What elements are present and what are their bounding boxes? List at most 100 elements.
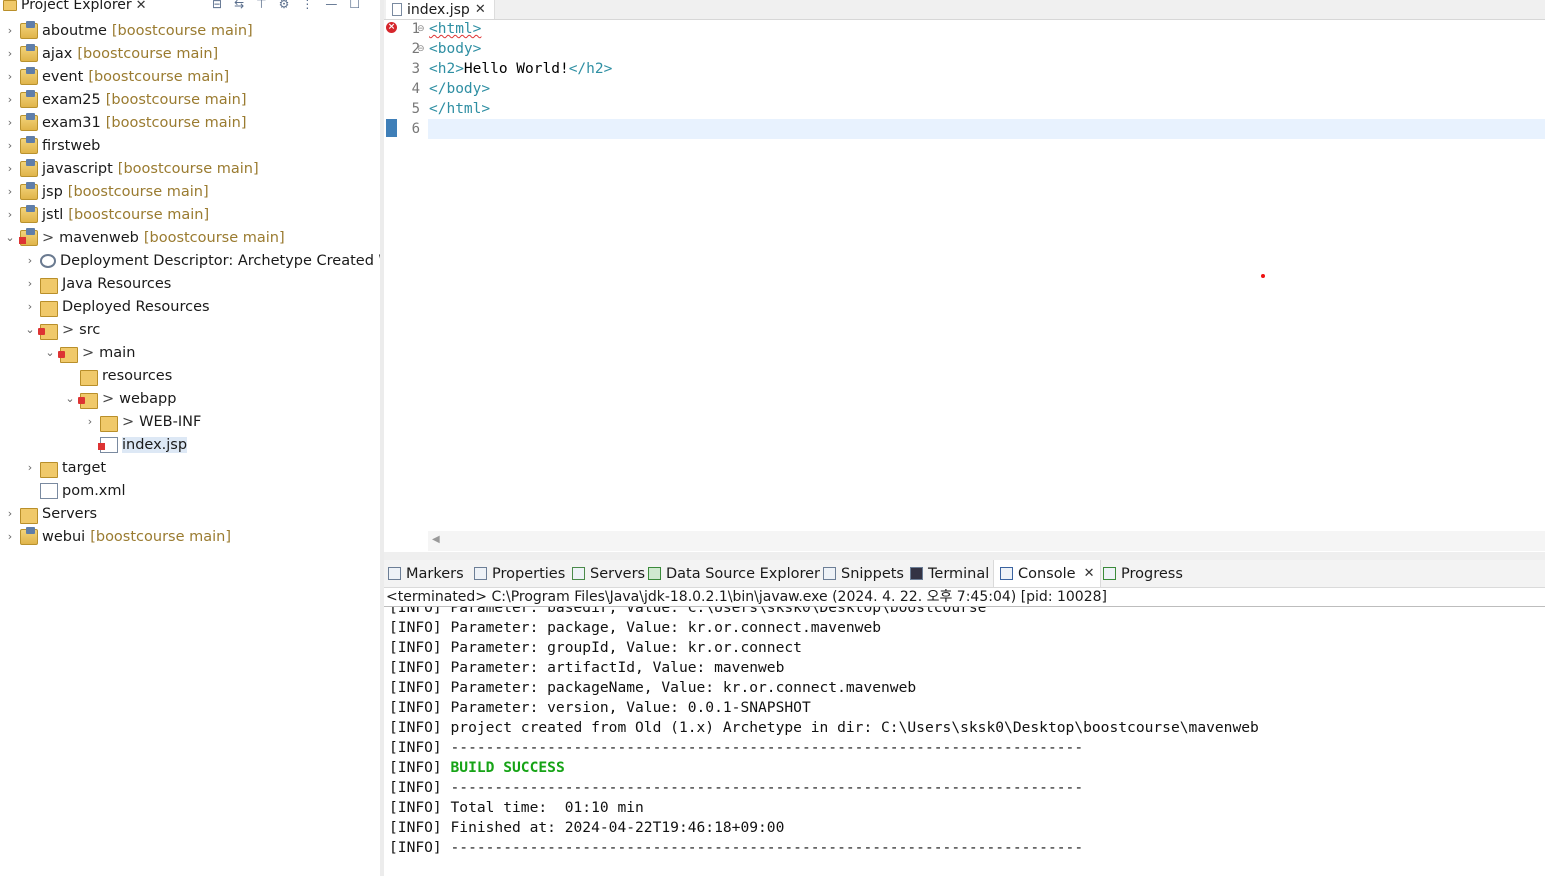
chevron-right-icon[interactable]: › — [4, 70, 16, 83]
tree-item[interactable]: ⌄ > src — [24, 318, 100, 341]
line-number: 3 — [411, 61, 420, 77]
editor-tab-index-jsp[interactable]: index.jsp ✕ — [386, 0, 495, 19]
fold-icon[interactable]: ⊖ — [417, 44, 425, 54]
minimize-icon[interactable]: — — [325, 0, 337, 11]
console-line: [INFO] Total time: 01:10 min — [389, 799, 644, 816]
console-process-label: <terminated> C:\Program Files\Java\jdk-1… — [386, 589, 1107, 605]
tree-item[interactable]: ⌄ > main — [44, 341, 135, 364]
close-icon[interactable]: ✕ — [136, 0, 147, 13]
tab-label: Markers — [406, 565, 464, 582]
repo-label: [boostcourse main] — [105, 91, 247, 108]
tree-item[interactable]: › jstl [boostcourse main] — [4, 203, 209, 226]
build-success-text: BUILD SUCCESS — [450, 759, 565, 776]
chevron-right-icon[interactable]: › — [84, 415, 96, 428]
tree-item[interactable]: resources — [64, 364, 172, 387]
chevron-right-icon[interactable]: › — [4, 24, 16, 37]
fold-icon[interactable]: ⊖ — [417, 24, 425, 34]
tree-item[interactable]: › Deployment Descriptor: Archetype Create… — [24, 249, 380, 272]
tree-item[interactable]: pom.xml — [24, 479, 126, 502]
tab-servers[interactable]: Servers — [572, 560, 645, 587]
code-tag: <h2> — [429, 61, 464, 77]
tree-item[interactable]: › firstweb — [4, 134, 100, 157]
tree-item[interactable]: › exam31 [boostcourse main] — [4, 111, 247, 134]
repo-label: [boostcourse main] — [117, 160, 259, 177]
tab-properties[interactable]: Properties — [474, 560, 565, 587]
tree-item[interactable]: ⌄ > webapp — [64, 387, 176, 410]
code-line: </body> — [429, 81, 491, 97]
tree-item[interactable]: › Deployed Resources — [24, 295, 210, 318]
code-line: <html> — [429, 21, 482, 37]
tree-item-label: mavenweb — [59, 229, 139, 246]
filter-icon[interactable]: ⊤ — [256, 0, 266, 11]
project-icon — [20, 181, 38, 200]
maximize-icon[interactable]: ☐ — [349, 0, 360, 11]
tab-console[interactable]: Console ✕ — [993, 560, 1102, 587]
tab-terminal[interactable]: Terminal — [910, 560, 989, 587]
chevron-down-icon[interactable]: ⌄ — [64, 392, 76, 405]
chevron-right-icon[interactable]: › — [24, 461, 36, 474]
chevron-down-icon[interactable]: ⌄ — [24, 323, 36, 336]
console-line: [INFO] Parameter: basedir, Value: C:\Use… — [389, 607, 987, 616]
bottom-panel-tabbar: Markers Properties Servers Data Source E… — [384, 560, 1545, 588]
tree-item-label: Java Resources — [62, 275, 172, 292]
chevron-down-icon[interactable]: ⌄ — [44, 346, 56, 359]
close-icon[interactable]: ✕ — [475, 2, 486, 17]
chevron-right-icon[interactable]: › — [4, 116, 16, 129]
tree-item[interactable]: › target — [24, 456, 106, 479]
chevron-right-icon[interactable]: › — [24, 300, 36, 313]
tree-item[interactable]: › Java Resources — [24, 272, 171, 295]
tree-item[interactable]: › javascript [boostcourse main] — [4, 157, 259, 180]
descriptor-icon — [40, 253, 56, 268]
dirty-marker: > — [62, 321, 75, 338]
tree-item-label: jsp — [42, 183, 63, 200]
line-number: 2 — [411, 41, 420, 57]
chevron-down-icon[interactable]: ⌄ — [4, 231, 16, 244]
tree-item[interactable]: › webui [boostcourse main] — [4, 525, 231, 548]
project-icon — [20, 526, 38, 545]
tree-item-label: javascript — [42, 160, 113, 177]
project-explorer-tab[interactable]: Project Explorer ✕ — [3, 0, 147, 13]
chevron-right-icon[interactable]: › — [4, 93, 16, 106]
link-editor-icon[interactable]: ⇆ — [234, 0, 244, 11]
project-icon — [20, 20, 38, 39]
focus-icon[interactable]: ⚙ — [279, 0, 290, 11]
file-icon — [40, 482, 58, 499]
tree-item[interactable]: › exam25 [boostcourse main] — [4, 88, 247, 111]
chevron-right-icon[interactable]: › — [4, 162, 16, 175]
chevron-right-icon[interactable]: › — [4, 507, 16, 520]
console-output[interactable]: [INFO] Parameter: basedir, Value: C:\Use… — [384, 607, 1545, 876]
console-line: [INFO] ---------------------------------… — [389, 779, 1084, 796]
close-icon[interactable]: ✕ — [1084, 566, 1095, 581]
chevron-right-icon[interactable]: › — [4, 47, 16, 60]
tree-item[interactable]: › > WEB-INF — [84, 410, 201, 433]
tab-snippets[interactable]: Snippets — [823, 560, 904, 587]
collapse-all-icon[interactable]: ⊟ — [212, 0, 222, 11]
repo-label: [boostcourse main] — [111, 22, 253, 39]
view-menu-icon[interactable]: ⋮ — [301, 0, 313, 11]
chevron-right-icon[interactable]: › — [4, 530, 16, 543]
panel-sash[interactable] — [384, 552, 1545, 560]
chevron-right-icon[interactable]: › — [24, 254, 36, 267]
tree-item[interactable]: › event [boostcourse main] — [4, 65, 229, 88]
tree-item[interactable]: › jsp [boostcourse main] — [4, 180, 209, 203]
chevron-right-icon[interactable]: › — [24, 277, 36, 290]
chevron-right-icon[interactable]: › — [4, 208, 16, 221]
scroll-left-icon[interactable]: ◀ — [432, 534, 440, 545]
dirty-marker: > — [42, 229, 55, 246]
code-editor[interactable] — [384, 20, 1545, 530]
chevron-right-icon[interactable]: › — [4, 185, 16, 198]
tree-item[interactable]: ⌄ > mavenweb [boostcourse main] — [4, 226, 285, 249]
project-explorer-panel: Project Explorer ✕ ⊟ ⇆ ⊤ ⚙ ⋮ — ☐ › aboutm… — [0, 0, 380, 876]
chevron-right-icon[interactable]: › — [4, 139, 16, 152]
tree-item[interactable]: index.jsp — [84, 433, 188, 456]
tab-markers[interactable]: Markers — [388, 560, 464, 587]
line-number: 1 — [411, 21, 420, 37]
view-toolbar: ⊟ ⇆ ⊤ ⚙ ⋮ — ☐ — [212, 0, 360, 11]
project-icon — [19, 227, 38, 246]
tree-item[interactable]: › ajax [boostcourse main] — [4, 42, 218, 65]
tab-data-source-explorer[interactable]: Data Source Explorer — [648, 560, 820, 587]
tree-item[interactable]: › aboutme [boostcourse main] — [4, 19, 253, 42]
horizontal-scrollbar[interactable] — [428, 531, 1545, 551]
tree-item[interactable]: › Servers — [4, 502, 97, 525]
tab-progress[interactable]: Progress — [1103, 560, 1183, 587]
